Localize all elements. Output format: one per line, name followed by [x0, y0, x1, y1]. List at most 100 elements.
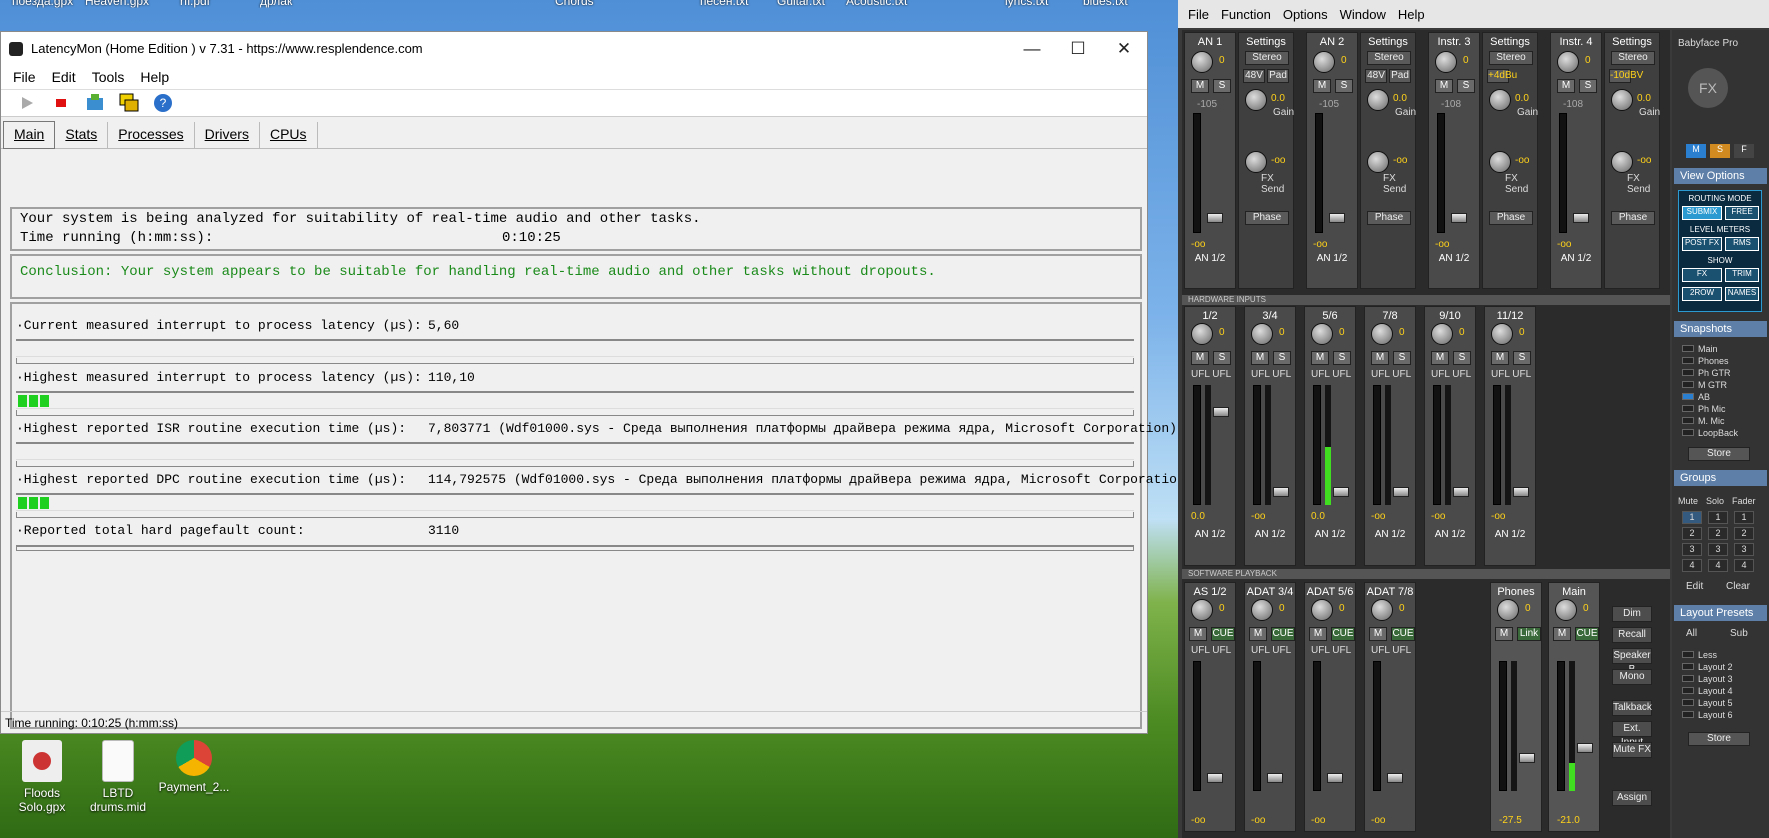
- pan-knob[interactable]: [1251, 599, 1273, 621]
- desktop-file[interactable]: lyrics.txt: [1005, 0, 1048, 8]
- snapshot-store-button[interactable]: Store: [1688, 447, 1750, 461]
- tm-menu-options[interactable]: Options: [1277, 7, 1334, 22]
- group-slot[interactable]: 3: [1708, 543, 1728, 556]
- gain-knob[interactable]: [1611, 89, 1633, 111]
- mode-button[interactable]: -10dBV: [1609, 69, 1643, 83]
- desktop-icon-payment[interactable]: Payment_2...: [154, 740, 234, 794]
- desktop-file[interactable]: поезда.gpx: [12, 0, 73, 8]
- snapshot-item[interactable]: Ph Mic: [1682, 404, 1726, 414]
- mute-button[interactable]: M: [1431, 351, 1449, 365]
- settings-tool-icon[interactable]: [83, 91, 107, 115]
- fader-handle[interactable]: [1213, 407, 1229, 417]
- desktop-file[interactable]: Acoustic.txt: [846, 0, 907, 8]
- fader-handle[interactable]: [1329, 213, 1345, 223]
- pan-knob[interactable]: [1191, 599, 1213, 621]
- gain-knob[interactable]: [1367, 89, 1389, 111]
- tab-drivers[interactable]: Drivers: [195, 122, 260, 148]
- cue-button[interactable]: CUE: [1271, 627, 1295, 641]
- maximize-icon[interactable]: ☐: [1055, 32, 1101, 65]
- group-slot[interactable]: 2: [1734, 527, 1754, 540]
- s-button[interactable]: S: [1710, 144, 1730, 158]
- desktop-file[interactable]: дрлак: [260, 0, 292, 8]
- mute-button[interactable]: M: [1435, 79, 1453, 93]
- show-fx-button[interactable]: FX: [1682, 268, 1722, 282]
- stereo-button[interactable]: Stereo: [1367, 51, 1411, 65]
- pan-knob[interactable]: [1371, 599, 1393, 621]
- mute-button[interactable]: M: [1553, 627, 1571, 641]
- help-icon[interactable]: ?: [151, 91, 175, 115]
- play-icon[interactable]: [15, 91, 39, 115]
- desktop-icon-floods[interactable]: Floods Solo.gpx: [2, 740, 82, 814]
- tm-menu-file[interactable]: File: [1182, 7, 1215, 22]
- mute-button[interactable]: M: [1251, 351, 1269, 365]
- volume-knob[interactable]: [1555, 599, 1577, 621]
- cue-button[interactable]: CUE: [1391, 627, 1415, 641]
- fader-handle[interactable]: [1333, 487, 1349, 497]
- submix-button[interactable]: SUBMIX: [1682, 206, 1722, 220]
- master-button-talkback[interactable]: Talkback: [1612, 700, 1652, 716]
- snapshot-item[interactable]: Phones: [1682, 356, 1729, 366]
- master-button-assign[interactable]: Assign: [1612, 790, 1652, 806]
- fader-handle[interactable]: [1393, 487, 1409, 497]
- fader-handle[interactable]: [1273, 487, 1289, 497]
- f-button[interactable]: F: [1734, 144, 1754, 158]
- pan-knob[interactable]: [1191, 323, 1213, 345]
- layout-preset-item[interactable]: Layout 6: [1682, 710, 1733, 720]
- phase-button[interactable]: Phase: [1489, 211, 1533, 225]
- layout-preset-item[interactable]: Layout 3: [1682, 674, 1733, 684]
- mute-button[interactable]: M: [1371, 351, 1389, 365]
- pad-button[interactable]: Pad: [1267, 69, 1289, 83]
- fxsend-knob[interactable]: [1245, 151, 1267, 173]
- tm-menu-help[interactable]: Help: [1392, 7, 1431, 22]
- device-select[interactable]: Babyface Pro: [1678, 38, 1738, 49]
- desktop-file[interactable]: песен.txt: [700, 0, 748, 8]
- pan-knob[interactable]: [1371, 323, 1393, 345]
- close-icon[interactable]: ✕: [1101, 32, 1147, 65]
- fader-handle[interactable]: [1573, 213, 1589, 223]
- mute-button[interactable]: M: [1313, 79, 1331, 93]
- master-button-speaker-b[interactable]: Speaker B: [1612, 648, 1652, 675]
- master-button-mute-fx[interactable]: Mute FX: [1612, 742, 1652, 758]
- tab-main[interactable]: Main: [3, 121, 56, 149]
- windows-icon[interactable]: [117, 91, 141, 115]
- pan-knob[interactable]: [1311, 599, 1333, 621]
- layout-preset-item[interactable]: Less: [1682, 650, 1717, 660]
- solo-button[interactable]: S: [1333, 351, 1351, 365]
- pan-knob[interactable]: [1311, 323, 1333, 345]
- cue-button[interactable]: CUE: [1331, 627, 1355, 641]
- master-button-recall[interactable]: Recall: [1612, 627, 1652, 643]
- menu-help[interactable]: Help: [132, 69, 177, 85]
- mute-button[interactable]: M: [1309, 627, 1327, 641]
- desktop-file[interactable]: Guitar.txt: [777, 0, 825, 8]
- master-button-mono[interactable]: Mono: [1612, 669, 1652, 685]
- desktop-file[interactable]: rfi.pdf: [180, 0, 210, 8]
- layout-preset-item[interactable]: Layout 2: [1682, 662, 1733, 672]
- phase-button[interactable]: Phase: [1367, 211, 1411, 225]
- pan-knob[interactable]: [1435, 51, 1457, 73]
- mute-button[interactable]: M: [1191, 79, 1209, 93]
- phase-button[interactable]: Phase: [1245, 211, 1289, 225]
- mute-button[interactable]: M: [1311, 351, 1329, 365]
- link-button[interactable]: Link: [1517, 627, 1541, 641]
- show-2row-button[interactable]: 2ROW: [1682, 287, 1722, 301]
- mute-button[interactable]: M: [1189, 627, 1207, 641]
- snapshot-item[interactable]: Ph GTR: [1682, 368, 1731, 378]
- fader-handle[interactable]: [1519, 753, 1535, 763]
- rms-button[interactable]: RMS: [1725, 237, 1759, 251]
- pan-knob[interactable]: [1431, 323, 1453, 345]
- solo-button[interactable]: S: [1513, 351, 1531, 365]
- cue-button[interactable]: CUE: [1575, 627, 1599, 641]
- mute-button[interactable]: M: [1557, 79, 1575, 93]
- minimize-icon[interactable]: —: [1009, 32, 1055, 65]
- phase-button[interactable]: Phase: [1611, 211, 1655, 225]
- solo-button[interactable]: S: [1335, 79, 1353, 93]
- stop-icon[interactable]: [49, 91, 73, 115]
- pan-knob[interactable]: [1313, 51, 1335, 73]
- pan-knob[interactable]: [1557, 51, 1579, 73]
- master-button-ext-input[interactable]: Ext. Input: [1612, 721, 1652, 748]
- tm-menu-window[interactable]: Window: [1334, 7, 1392, 22]
- snapshot-item[interactable]: AB: [1682, 392, 1710, 402]
- stereo-button[interactable]: Stereo: [1611, 51, 1655, 65]
- mute-button[interactable]: M: [1495, 627, 1513, 641]
- stereo-button[interactable]: Stereo: [1245, 51, 1289, 65]
